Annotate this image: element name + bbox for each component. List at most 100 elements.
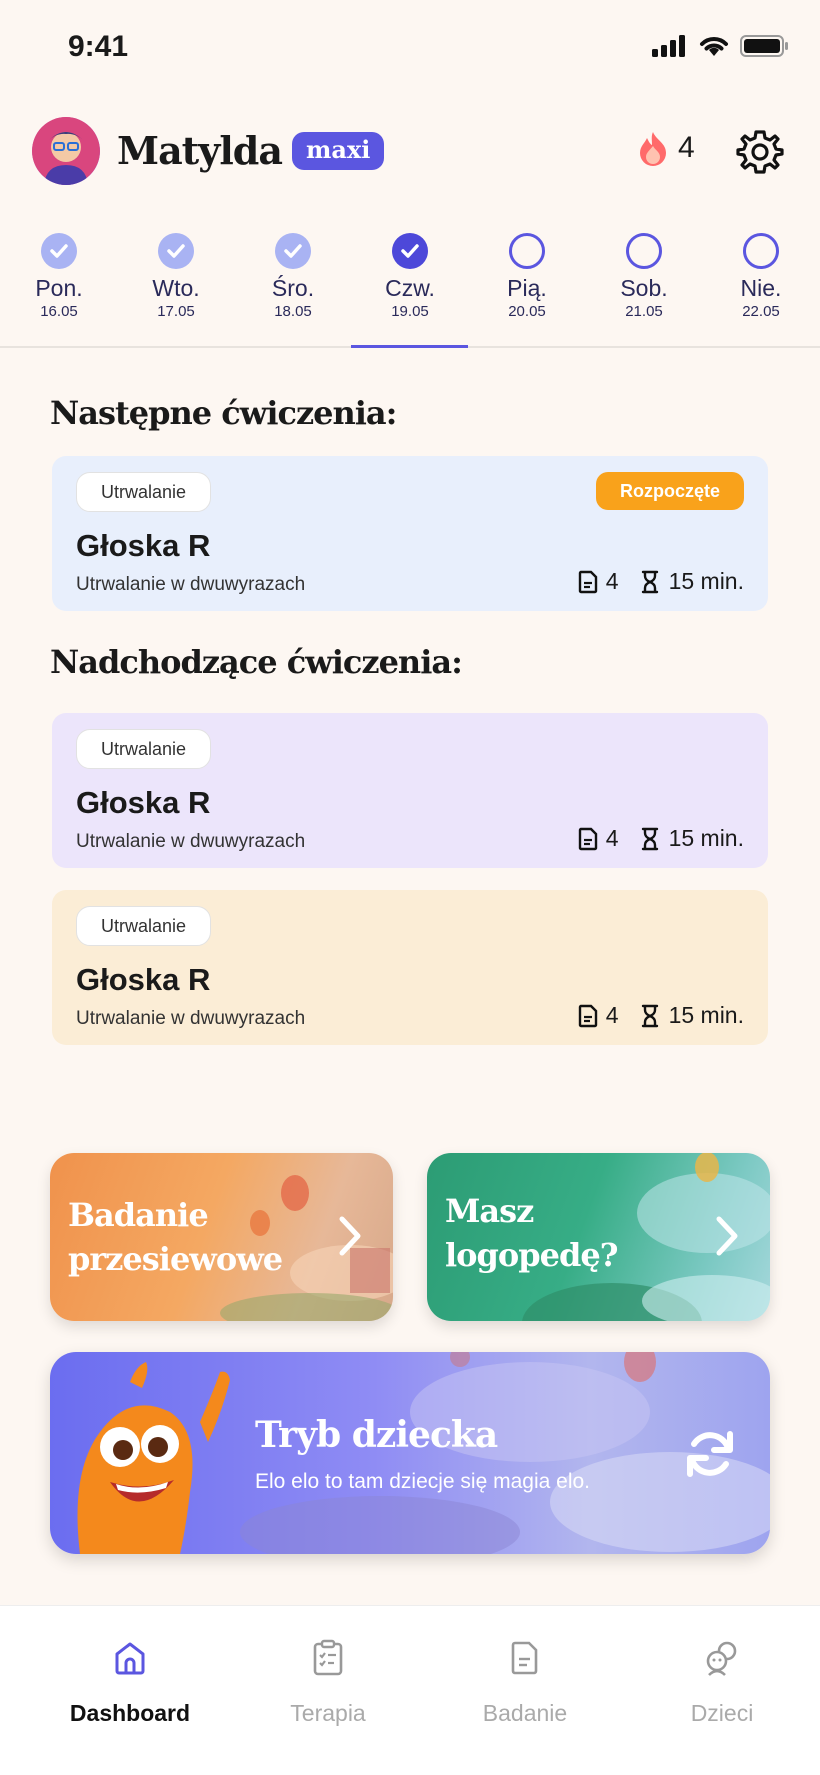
upcoming-exercises-heading: Nadchodzące ćwiczenia: <box>50 643 463 681</box>
document-icon <box>511 1641 538 1675</box>
exercise-count: 4 <box>605 825 619 851</box>
flame-icon <box>640 132 666 166</box>
exercise-duration: 15 min. <box>668 1002 744 1028</box>
empty-circle-icon <box>509 233 545 269</box>
tile-title-line: przesiewowe <box>68 1240 283 1278</box>
wifi-icon <box>700 37 728 56</box>
tab-dzieci[interactable]: Dzieci <box>622 1638 820 1727</box>
clipboard-icon <box>313 1639 343 1676</box>
document-icon <box>578 570 597 593</box>
day-date: 20.05 <box>508 303 546 320</box>
day-date: 18.05 <box>274 303 312 320</box>
settings-button[interactable] <box>736 128 784 176</box>
kid-mode-banner[interactable]: Tryb dziecka Elo elo to tam dziecje się … <box>50 1352 770 1554</box>
profile-header: Matylda maxi 4 <box>0 110 820 192</box>
selected-day-indicator <box>351 345 468 348</box>
exercise-duration: 15 min. <box>668 825 744 851</box>
chevron-right-icon <box>716 1216 738 1256</box>
status-icons <box>652 34 790 58</box>
hourglass-icon <box>641 827 658 850</box>
username: Matylda <box>117 128 283 173</box>
empty-circle-icon <box>743 233 779 269</box>
empty-circle-icon <box>626 233 662 269</box>
exercise-meta: 4 15 min. <box>578 825 744 852</box>
day-date: 19.05 <box>391 303 429 320</box>
status-bar: 9:41 <box>0 0 820 95</box>
tab-label: Terapia <box>290 1700 366 1726</box>
tab-terapia[interactable]: Terapia <box>228 1638 428 1727</box>
next-exercises-heading: Następne ćwiczenia: <box>50 394 397 432</box>
home-icon <box>115 1642 145 1675</box>
day-name: Pią. <box>507 275 547 301</box>
day-date: 17.05 <box>157 303 195 320</box>
day-name: Wto. <box>152 275 200 301</box>
children-icon <box>706 1641 737 1676</box>
plan-badge: maxi <box>292 132 385 170</box>
day-czw[interactable]: Czw. 19.05 <box>351 230 469 320</box>
day-name: Nie. <box>740 275 782 301</box>
day-sob[interactable]: Sob. 21.05 <box>585 230 703 320</box>
tile-title: Masz logopedę? <box>445 1189 618 1277</box>
tab-badanie[interactable]: Badanie <box>425 1638 625 1727</box>
day-name: Sob. <box>620 275 668 301</box>
exercise-tag: Utrwalanie <box>76 906 212 946</box>
check-icon <box>158 233 194 269</box>
exercise-subtitle: Utrwalanie w dwuwyrazach <box>76 831 306 852</box>
tab-dashboard[interactable]: Dashboard <box>30 1638 230 1727</box>
exercise-meta: 4 15 min. <box>578 1002 744 1029</box>
tile-title: Badanie przesiewowe <box>68 1193 283 1281</box>
exercise-duration: 15 min. <box>668 568 744 594</box>
tile-title-line: logopedę? <box>445 1236 618 1274</box>
tab-label: Dashboard <box>69 1700 191 1726</box>
avatar[interactable] <box>32 117 100 185</box>
speech-therapist-tile[interactable]: Masz logopedę? <box>427 1153 770 1321</box>
exercise-card[interactable]: Utrwalanie Rozpoczęte Głoska R Utrwalani… <box>52 456 768 611</box>
kid-mode-title: Tryb dziecka <box>255 1414 498 1456</box>
exercise-card[interactable]: Utrwalanie Głoska R Utrwalanie w dwuwyra… <box>52 890 768 1045</box>
refresh-icon[interactable] <box>682 1426 738 1482</box>
streak-counter[interactable]: 4 <box>636 130 695 166</box>
hourglass-icon <box>641 1004 658 1027</box>
bottom-tab-bar: Dashboard Terapia Badanie Dzieci <box>0 1605 820 1775</box>
status-time: 9:41 <box>68 30 129 63</box>
day-sro[interactable]: Śro. 18.05 <box>234 230 352 320</box>
week-selector: Pon. 16.05 Wto. 17.05 Śro. 18.05 Czw. 19… <box>0 230 820 348</box>
chevron-right-icon <box>339 1216 361 1256</box>
exercise-count: 4 <box>605 1002 619 1028</box>
battery-icon <box>740 35 788 57</box>
exercise-title: Głoska R <box>76 528 211 563</box>
check-icon <box>392 233 428 269</box>
exercise-count: 4 <box>605 568 619 594</box>
day-name: Czw. <box>385 275 435 301</box>
exercise-tag: Utrwalanie <box>76 472 212 512</box>
exercise-subtitle: Utrwalanie w dwuwyrazach <box>76 574 306 595</box>
tab-label: Dzieci <box>690 1700 754 1726</box>
exercise-subtitle: Utrwalanie w dwuwyrazach <box>76 1008 306 1029</box>
check-icon <box>41 233 77 269</box>
exercise-meta: 4 15 min. <box>578 568 744 595</box>
document-icon <box>578 1004 597 1027</box>
signal-icon <box>652 35 685 57</box>
kid-mode-subtitle: Elo elo to tam dziecje się magia elo. <box>255 1470 591 1493</box>
tile-title-line: Masz <box>445 1192 534 1230</box>
streak-count: 4 <box>678 131 695 164</box>
exercise-card[interactable]: Utrwalanie Głoska R Utrwalanie w dwuwyra… <box>52 713 768 868</box>
status-badge: Rozpoczęte <box>595 472 744 510</box>
day-date: 22.05 <box>742 303 780 320</box>
day-date: 16.05 <box>40 303 78 320</box>
day-wto[interactable]: Wto. 17.05 <box>117 230 235 320</box>
day-pia[interactable]: Pią. 20.05 <box>468 230 586 320</box>
exercise-title: Głoska R <box>76 785 211 820</box>
gear-icon <box>736 130 784 174</box>
exercise-tag: Utrwalanie <box>76 729 212 769</box>
day-name: Śro. <box>271 275 315 301</box>
exercise-title: Głoska R <box>76 962 211 997</box>
day-pon[interactable]: Pon. 16.05 <box>0 230 118 320</box>
monster-mascot-icon <box>77 1362 230 1554</box>
screening-tile[interactable]: Badanie przesiewowe <box>50 1153 393 1321</box>
day-nie[interactable]: Nie. 22.05 <box>702 230 820 320</box>
day-name: Pon. <box>35 275 83 301</box>
document-icon <box>578 827 597 850</box>
check-icon <box>275 233 311 269</box>
tab-label: Badanie <box>482 1700 568 1726</box>
